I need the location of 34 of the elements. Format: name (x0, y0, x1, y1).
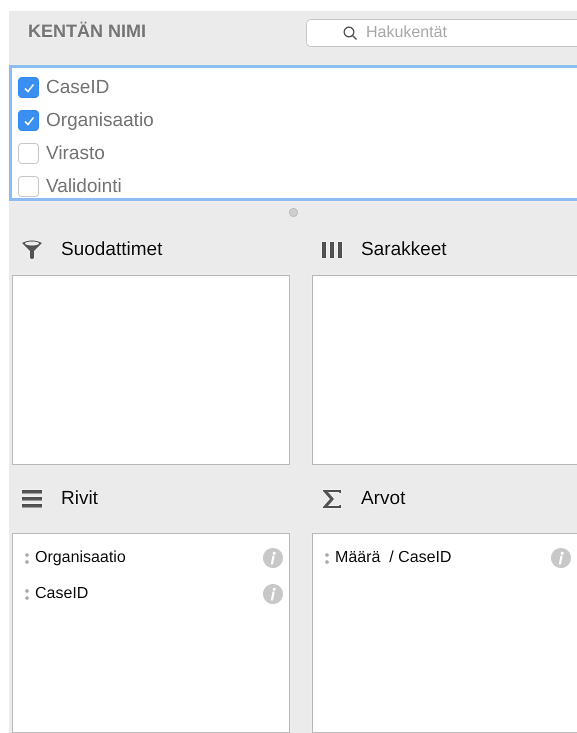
field-chip-label: Organisaatio (35, 549, 127, 567)
search-field[interactable]: Hakukentät (364, 23, 518, 43)
field-label: Organisaatio (46, 110, 154, 132)
panel-title: KENTÄN NIMI (28, 20, 146, 43)
checkbox[interactable] (18, 143, 39, 164)
columns-icon (320, 241, 344, 259)
field-label: CaseID (46, 76, 110, 99)
area-title: Arvot (361, 488, 406, 510)
drag-handle-icon[interactable] (25, 552, 29, 564)
info-icon[interactable] (263, 548, 283, 568)
area-title: Sarakkeet (361, 239, 447, 261)
sigma-icon (320, 488, 344, 510)
drag-handle-icon[interactable] (325, 552, 329, 564)
drop-zone[interactable] (12, 275, 290, 465)
drag-handle-icon[interactable] (25, 588, 29, 600)
checkbox[interactable] (18, 77, 39, 98)
info-icon[interactable] (551, 548, 571, 568)
rows-icon (20, 489, 44, 509)
area-title: Rivit (61, 488, 98, 510)
drop-zone[interactable]: Määrä / CaseID (312, 533, 577, 733)
search-bar[interactable]: Hakukentät (306, 19, 577, 47)
checkbox[interactable] (18, 110, 39, 132)
drop-zone[interactable] (312, 275, 577, 465)
area-title: Suodattimet (61, 239, 162, 261)
splitter-handle[interactable] (288, 208, 298, 218)
field-label: Validointi (46, 176, 122, 198)
info-icon[interactable] (263, 584, 283, 604)
field-label: Virasto (46, 142, 105, 165)
field-chip-label: Määrä / CaseID (335, 549, 452, 567)
drop-zone[interactable]: Organisaatio CaseID (12, 533, 290, 733)
field-chip-label: CaseID (35, 585, 90, 603)
search-icon (343, 26, 358, 40)
checkbox[interactable] (18, 176, 39, 198)
filter-icon (20, 239, 44, 261)
